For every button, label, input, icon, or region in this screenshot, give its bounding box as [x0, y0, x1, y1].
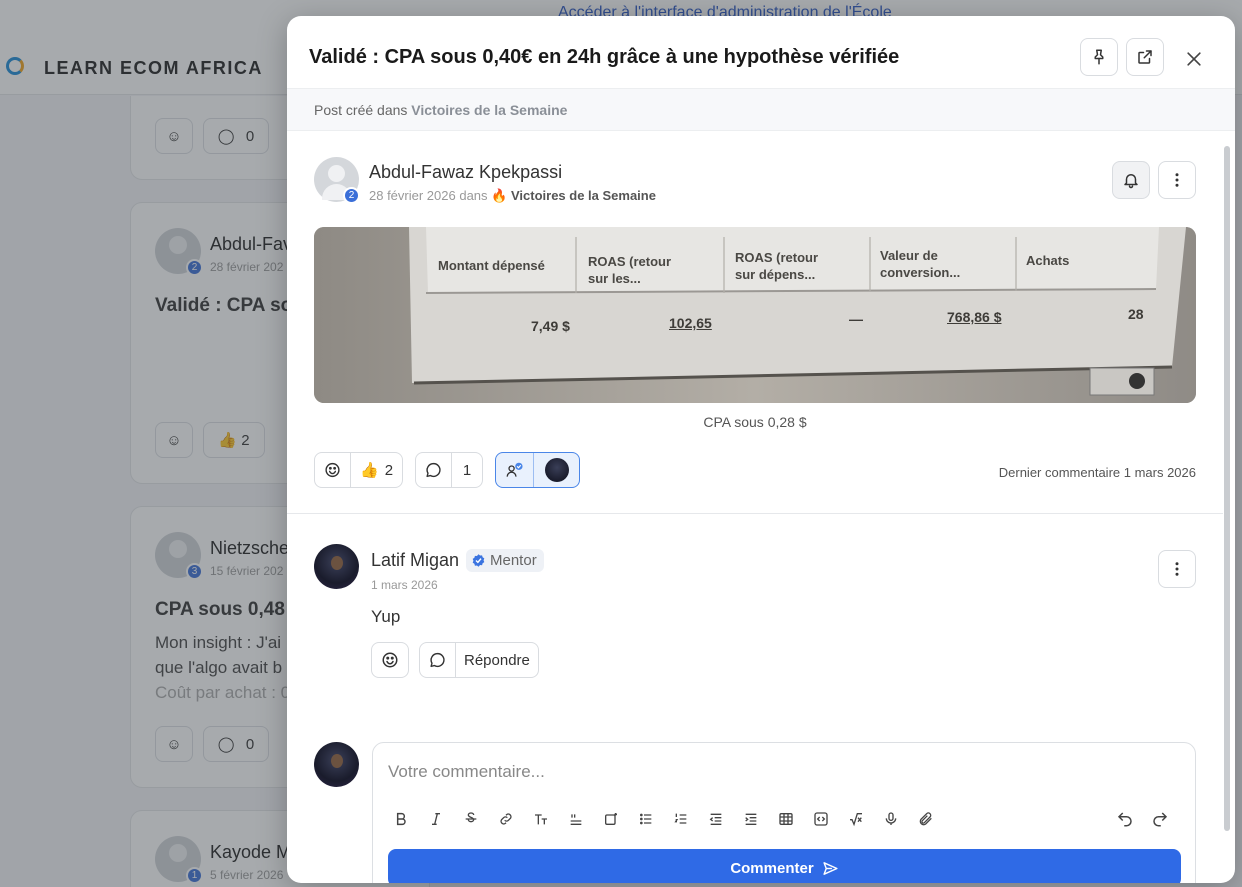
pin-icon [1094, 49, 1104, 65]
post-meta: 28 février 2026 dans 🔥 Victoires de la S… [369, 188, 656, 203]
post-reaction-bar: 👍 2 1 [314, 452, 581, 488]
math-icon[interactable] [846, 809, 866, 829]
comment-react-group [371, 642, 409, 678]
image-cell-text: 7,49 $ [531, 318, 570, 334]
reply-icon-button[interactable] [420, 643, 456, 677]
numbered-list-icon[interactable] [671, 809, 691, 829]
image-header-text: ROAS (retour sur les... [588, 254, 672, 286]
avatar[interactable] [314, 544, 359, 589]
open-in-new-button[interactable] [1126, 38, 1164, 76]
italic-icon[interactable] [426, 809, 446, 829]
image-cell-text: 768,86 $ [947, 309, 1002, 325]
comment-icon [426, 462, 441, 478]
avatar [544, 458, 569, 482]
modal-title: Validé : CPA sous 0,40€ en 24h grâce à u… [309, 46, 900, 68]
comment-author[interactable]: Latif Migan [371, 550, 459, 571]
image-caption: CPA sous 0,28 $ [703, 414, 807, 430]
avatar [314, 742, 359, 787]
space-link[interactable]: Victoires de la Semaine [511, 188, 656, 203]
participants-group[interactable] [495, 452, 581, 488]
image-cell-text: 28 [1128, 306, 1144, 322]
reply-group[interactable]: Répondre [419, 642, 539, 678]
bell-icon [1124, 174, 1138, 189]
scrollbar[interactable] [1224, 146, 1230, 831]
editor-toolbar [391, 809, 936, 829]
text-size-icon[interactable] [531, 809, 551, 829]
attachment-icon[interactable] [916, 809, 936, 829]
reply-button[interactable]: Répondre [456, 643, 538, 677]
user-check-icon [506, 462, 523, 477]
reaction-count-button[interactable]: 👍 2 [351, 453, 402, 487]
image-header-text: Valeur de conversion... [880, 248, 961, 280]
pin-button[interactable] [1080, 38, 1118, 76]
indent-icon[interactable] [741, 809, 761, 829]
post-image[interactable]: Montant dépensé ROAS (retour sur les... … [314, 227, 1196, 403]
post-location: Post créé dans Victoires de la Semaine [287, 88, 1235, 131]
verified-icon [472, 554, 485, 567]
strikethrough-icon[interactable] [461, 809, 481, 829]
participant-avatar[interactable] [534, 453, 579, 487]
image-cell-text: 102,65 [669, 315, 712, 331]
history-controls [1115, 809, 1170, 829]
image-header-text: Montant dépensé [438, 258, 545, 273]
smiley-icon [382, 652, 398, 668]
comment-date: 1 mars 2026 [371, 578, 438, 592]
more-vertical-icon [1175, 173, 1179, 187]
more-options-button[interactable] [1158, 161, 1196, 199]
smiley-icon [325, 462, 340, 478]
comment-button[interactable] [416, 453, 453, 487]
fire-icon: 🔥 [491, 188, 508, 203]
image-header-text: ROAS (retour sur dépens... [735, 250, 819, 282]
comment-reaction-bar: Répondre [371, 642, 539, 678]
bullet-list-icon[interactable] [636, 809, 656, 829]
submit-comment-button[interactable]: Commenter [388, 849, 1181, 883]
divider [287, 513, 1223, 514]
send-icon [823, 861, 838, 875]
redo-icon[interactable] [1150, 809, 1170, 829]
comment-input[interactable]: Votre commentaire... [388, 762, 545, 782]
image-header-text: Achats [1026, 253, 1070, 268]
close-button[interactable] [1179, 44, 1209, 74]
comment-group[interactable]: 1 [415, 452, 484, 488]
post-author[interactable]: Abdul-Fawaz Kpekpassi [369, 162, 562, 183]
comment-editor: Votre commentaire... Commenter [372, 742, 1196, 883]
comment-body: Yup [371, 607, 401, 626]
link-icon[interactable] [496, 809, 516, 829]
embed-icon[interactable] [776, 809, 796, 829]
external-link-icon [1138, 50, 1152, 64]
image-cell-text: — [849, 311, 863, 327]
callout-icon[interactable] [601, 809, 621, 829]
outdent-icon[interactable] [706, 809, 726, 829]
reaction-group: 👍 2 [314, 452, 404, 488]
add-reaction-button[interactable] [372, 643, 408, 677]
add-reaction-button[interactable] [315, 453, 351, 487]
code-icon[interactable] [811, 809, 831, 829]
thumbs-up-icon: 👍 [360, 462, 379, 479]
microphone-icon[interactable] [881, 809, 901, 829]
bold-icon[interactable] [391, 809, 411, 829]
participants-button[interactable] [496, 453, 535, 487]
comment-icon [430, 652, 445, 668]
close-icon [1187, 52, 1201, 66]
undo-icon[interactable] [1115, 809, 1135, 829]
space-link[interactable]: Victoires de la Semaine [411, 102, 567, 118]
last-comment-date: Dernier commentaire 1 mars 2026 [998, 465, 1196, 480]
comment-options-button[interactable] [1158, 550, 1196, 588]
follow-button[interactable] [1112, 161, 1150, 199]
more-vertical-icon [1175, 562, 1179, 576]
blockquote-icon[interactable] [566, 809, 586, 829]
post-modal: Validé : CPA sous 0,40€ en 24h grâce à u… [287, 16, 1235, 883]
level-badge: 2 [343, 187, 360, 204]
comment-count: 1 [462, 461, 472, 479]
mentor-badge: Mentor [466, 549, 544, 572]
